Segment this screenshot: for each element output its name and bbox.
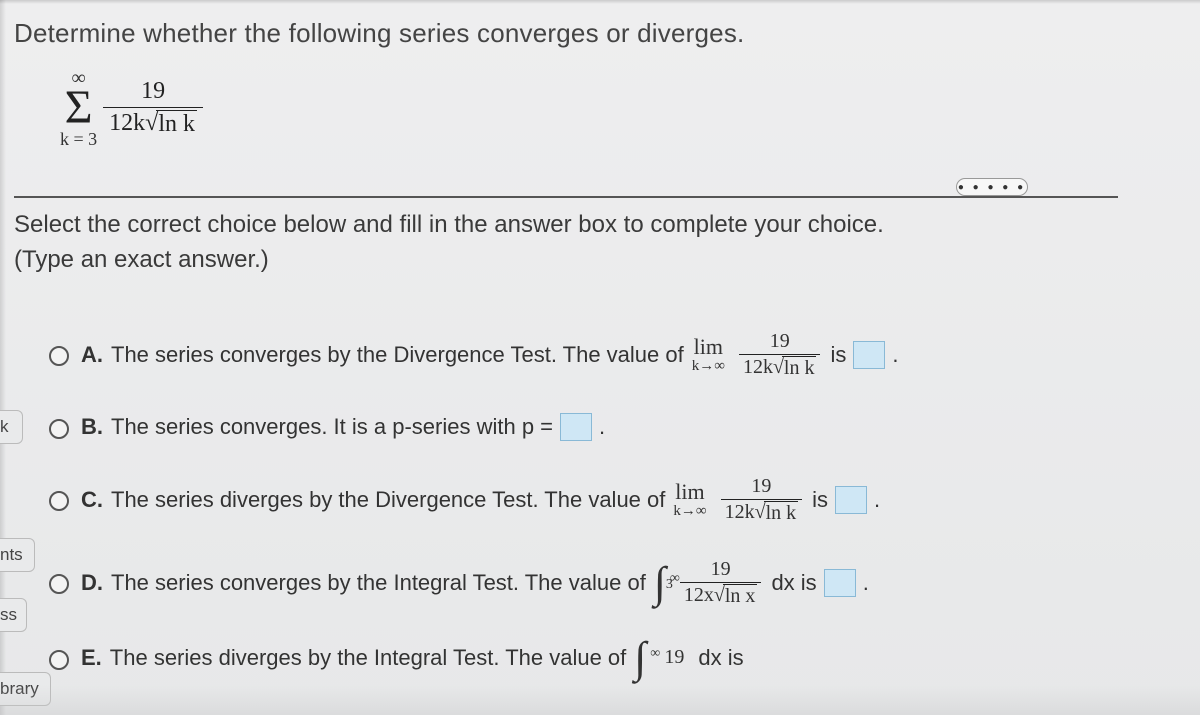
question-prompt: Determine whether the following series c… (14, 18, 744, 49)
sigma-symbol: Σ (65, 88, 93, 128)
choice-c[interactable]: C. The series diverges by the Divergence… (44, 475, 1144, 524)
radio-c[interactable] (49, 491, 69, 511)
divider-rule (14, 196, 1118, 198)
question-page: Determine whether the following series c… (0, 0, 1200, 715)
answer-input[interactable] (560, 413, 592, 441)
sigma-lower-bound: k = 3 (60, 130, 97, 148)
radio-b[interactable] (49, 419, 69, 439)
side-tab[interactable]: ss (0, 598, 27, 632)
choice-list: A. The series converges by the Divergenc… (44, 300, 1144, 675)
choice-d[interactable]: D. The series converges by the Integral … (44, 558, 1144, 607)
more-icon[interactable]: ● ● ● ● ● (956, 178, 1028, 196)
radio-e[interactable] (49, 650, 69, 670)
answer-input[interactable] (835, 486, 867, 514)
instructions: Select the correct choice below and fill… (14, 208, 884, 278)
radio-a[interactable] (49, 346, 69, 366)
side-tab[interactable]: k (0, 410, 23, 444)
choice-a[interactable]: A. The series converges by the Divergenc… (44, 330, 1144, 379)
answer-input[interactable] (853, 341, 885, 369)
series-expression: ∞ Σ k = 3 19 12kln k (60, 68, 203, 148)
answer-input[interactable] (824, 569, 856, 597)
choice-e[interactable]: E. The series diverges by the Integral T… (44, 641, 1144, 675)
series-denominator: 12kln k (103, 107, 203, 137)
series-numerator: 19 (135, 78, 171, 107)
side-tab[interactable]: nts (0, 538, 35, 572)
choice-b[interactable]: B. The series converges. It is a p-serie… (44, 413, 1144, 441)
radio-d[interactable] (49, 574, 69, 594)
